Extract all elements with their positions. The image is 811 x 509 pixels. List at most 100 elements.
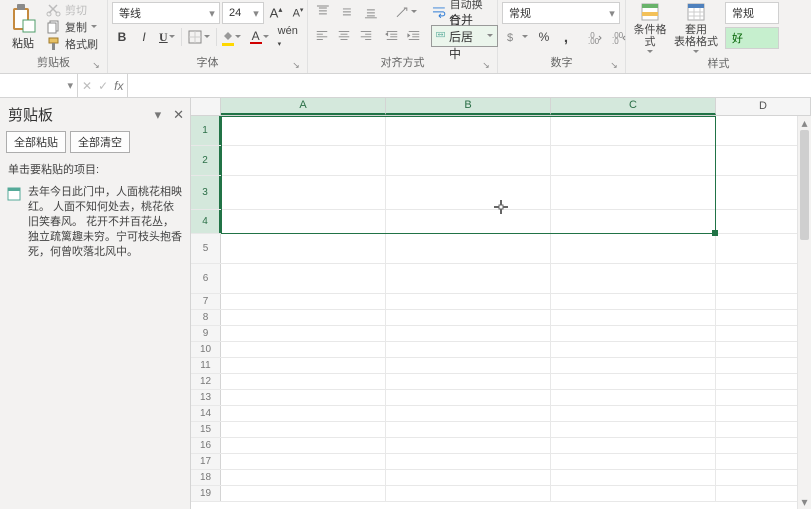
fx-icon[interactable]: fx	[114, 79, 123, 93]
cell[interactable]	[551, 264, 716, 293]
cell[interactable]	[386, 486, 551, 501]
paste-button[interactable]: 粘贴	[4, 2, 42, 51]
cell[interactable]	[386, 422, 551, 437]
decrease-font-button[interactable]: A▾	[288, 3, 308, 23]
cell[interactable]	[221, 374, 386, 389]
cell[interactable]	[386, 406, 551, 421]
cell[interactable]	[551, 454, 716, 469]
conditional-formatting-button[interactable]: 条件格式	[630, 2, 670, 56]
cell[interactable]	[551, 486, 716, 501]
cell[interactable]	[221, 264, 386, 293]
cell[interactable]	[221, 406, 386, 421]
dialog-launcher-icon[interactable]: ↘	[91, 61, 101, 71]
row-header[interactable]: 19	[191, 486, 221, 501]
row-header[interactable]: 6	[191, 264, 221, 293]
row-header[interactable]: 17	[191, 454, 221, 469]
clipboard-item[interactable]: 去年今日此门中，人面桃花相映红。 人面不知何处去，桃花依旧笑春风。 花开不并百花…	[0, 181, 190, 264]
column-header-B[interactable]: B	[386, 98, 551, 115]
phonetic-button[interactable]: wén▾	[275, 27, 301, 47]
align-right-button[interactable]	[356, 26, 376, 46]
copy-button[interactable]: 复制	[46, 19, 98, 35]
name-box[interactable]: ▾	[0, 74, 78, 97]
grid-body[interactable]: 1 2 3 4 5 6 7 8 9 10 11 12 13 14 15 16 1…	[191, 116, 811, 509]
cell[interactable]	[221, 210, 386, 233]
font-name-combo[interactable]: 等线 ▾	[112, 2, 220, 24]
cell[interactable]	[551, 310, 716, 325]
cell[interactable]	[386, 116, 551, 145]
cell[interactable]	[551, 116, 716, 145]
cell[interactable]	[551, 342, 716, 357]
fill-color-button[interactable]	[219, 27, 245, 47]
percent-button[interactable]: %	[534, 27, 554, 47]
scroll-track[interactable]	[798, 130, 811, 495]
vertical-scrollbar[interactable]: ▴ ▾	[797, 116, 811, 509]
cell[interactable]	[386, 438, 551, 453]
cell[interactable]	[551, 406, 716, 421]
row-header[interactable]: 12	[191, 374, 221, 389]
row-header[interactable]: 8	[191, 310, 221, 325]
cell[interactable]	[386, 210, 551, 233]
row-header[interactable]: 1	[191, 116, 221, 145]
clear-all-button[interactable]: 全部清空	[70, 131, 130, 153]
row-header[interactable]: 7	[191, 294, 221, 309]
italic-button[interactable]: I	[134, 27, 154, 47]
cell[interactable]	[221, 454, 386, 469]
cell[interactable]	[386, 390, 551, 405]
row-header[interactable]: 3	[191, 176, 221, 209]
cell[interactable]	[551, 358, 716, 373]
cell[interactable]	[386, 146, 551, 175]
cell[interactable]	[551, 294, 716, 309]
cell[interactable]	[221, 310, 386, 325]
select-all-corner[interactable]	[191, 98, 221, 115]
increase-indent-button[interactable]	[404, 26, 424, 46]
cell[interactable]	[551, 422, 716, 437]
comma-button[interactable]: ,	[556, 27, 576, 47]
dialog-launcher-icon[interactable]: ↘	[291, 61, 301, 71]
cell-style-good[interactable]: 好	[725, 27, 779, 49]
increase-font-button[interactable]: A▴	[266, 3, 286, 23]
cell[interactable]	[386, 454, 551, 469]
cell[interactable]	[386, 358, 551, 373]
underline-button[interactable]: U	[156, 27, 179, 47]
dialog-launcher-icon[interactable]: ↘	[609, 61, 619, 71]
paste-all-button[interactable]: 全部粘贴	[6, 131, 66, 153]
row-header[interactable]: 10	[191, 342, 221, 357]
cell[interactable]	[551, 438, 716, 453]
bold-button[interactable]: B	[112, 27, 132, 47]
cell[interactable]	[386, 176, 551, 209]
cell[interactable]	[386, 264, 551, 293]
cell[interactable]	[221, 422, 386, 437]
cell[interactable]	[386, 342, 551, 357]
taskpane-menu-button[interactable]: ▾	[155, 107, 162, 123]
formula-input[interactable]	[128, 74, 811, 97]
cell[interactable]	[551, 374, 716, 389]
cell[interactable]	[551, 326, 716, 341]
cell[interactable]	[221, 234, 386, 263]
increase-decimal-button[interactable]: .0.00	[584, 27, 606, 47]
column-header-C[interactable]: C	[551, 98, 716, 115]
column-header-A[interactable]: A	[221, 98, 386, 115]
cell[interactable]	[551, 176, 716, 209]
cell[interactable]	[386, 374, 551, 389]
formula-enter-button[interactable]: ✓	[98, 79, 108, 93]
cell[interactable]	[386, 326, 551, 341]
cell[interactable]	[551, 234, 716, 263]
cut-button[interactable]: 剪切	[46, 2, 98, 18]
format-as-table-button[interactable]: 套用 表格格式	[672, 2, 720, 56]
decrease-indent-button[interactable]	[382, 26, 402, 46]
accounting-format-button[interactable]: $	[502, 27, 532, 47]
borders-button[interactable]	[184, 27, 214, 47]
cell[interactable]	[221, 326, 386, 341]
cell[interactable]	[386, 310, 551, 325]
row-header[interactable]: 9	[191, 326, 221, 341]
align-bottom-button[interactable]	[360, 2, 382, 22]
cell[interactable]	[221, 146, 386, 175]
formula-cancel-button[interactable]: ✕	[82, 79, 92, 93]
number-format-combo[interactable]: 常规 ▾	[502, 2, 620, 24]
column-header-D[interactable]: D	[716, 98, 811, 115]
scroll-up-button[interactable]: ▴	[798, 116, 811, 130]
row-header[interactable]: 5	[191, 234, 221, 263]
row-header[interactable]: 18	[191, 470, 221, 485]
cell-style-normal[interactable]: 常规	[725, 2, 779, 24]
cell[interactable]	[221, 342, 386, 357]
